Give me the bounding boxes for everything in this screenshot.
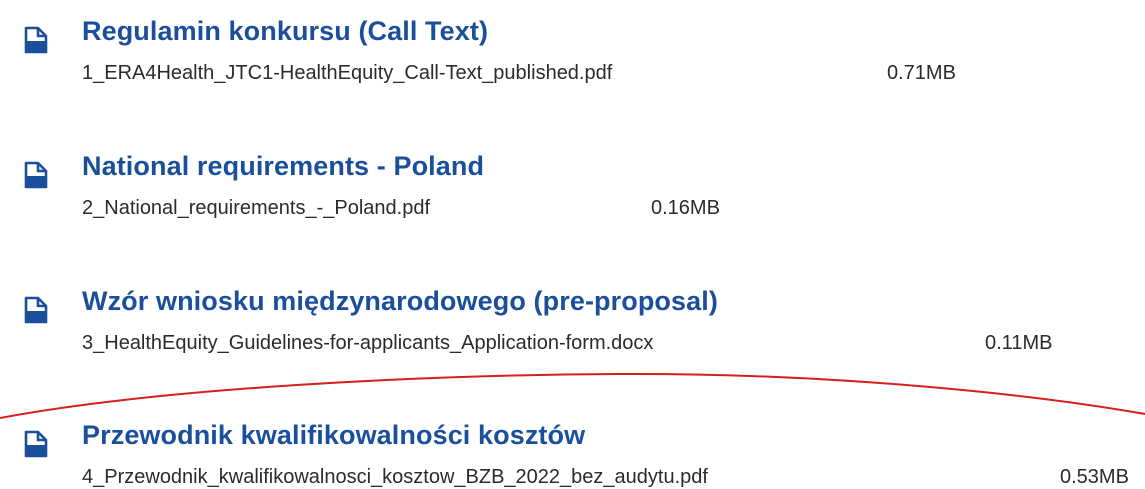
document-filename-link[interactable]: 2_National_requirements_-_Poland.pdf [82,197,430,220]
file-document-icon[interactable] [24,161,48,189]
document-title-link[interactable]: National requirements - Poland [82,151,484,182]
document-filename-link[interactable]: 3_HealthEquity_Guidelines-for-applicants… [82,332,653,355]
file-document-icon[interactable] [24,430,48,458]
document-item: Przewodnik kwalifikowalności kosztów 4_P… [0,420,1145,489]
document-title-link[interactable]: Wzór wniosku międzynarodowego (pre-propo… [82,286,718,317]
document-item: National requirements - Poland 2_Nationa… [0,151,1145,225]
document-title-link[interactable]: Regulamin konkursu (Call Text) [82,16,488,47]
document-item: Wzór wniosku międzynarodowego (pre-propo… [0,286,1145,360]
document-item: Regulamin konkursu (Call Text) 1_ERA4Hea… [0,16,1145,90]
file-size: 0.53MB [1060,466,1129,488]
file-document-icon[interactable] [24,26,48,54]
file-document-icon[interactable] [24,296,48,324]
file-size: 0.11MB [985,332,1053,354]
file-size: 0.16MB [651,197,720,219]
document-filename-link[interactable]: 4_Przewodnik_kwalifikowalnosci_kosztow_B… [82,466,708,489]
document-title-link[interactable]: Przewodnik kwalifikowalności kosztów [82,420,585,451]
document-filename-link[interactable]: 1_ERA4Health_JTC1-HealthEquity_Call-Text… [82,62,612,85]
file-size: 0.71MB [887,62,956,84]
